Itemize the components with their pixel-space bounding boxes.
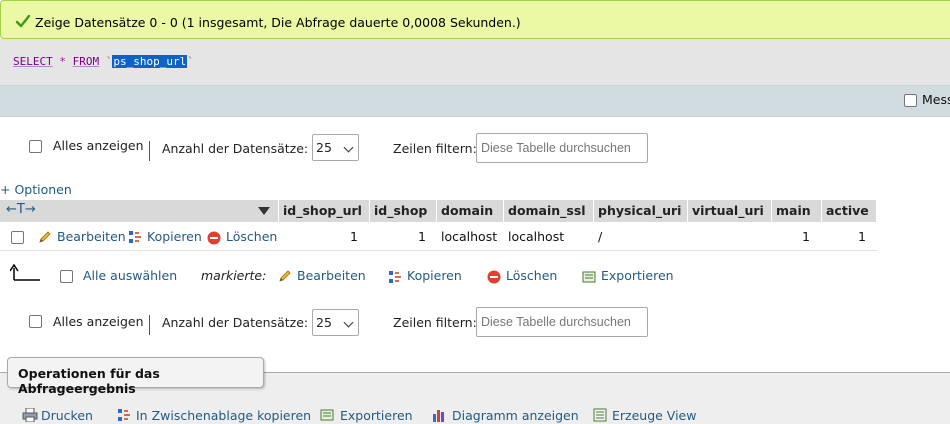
profiling-label: Mess	[922, 92, 950, 107]
column-header[interactable]: domain_ssl	[504, 200, 594, 222]
column-header[interactable]: id_shop	[370, 200, 437, 222]
copy-icon	[118, 409, 130, 421]
show-all-checkbox[interactable]	[29, 140, 42, 153]
sql-keyword-select: SELECT	[13, 55, 53, 68]
bulk-delete-button[interactable]: Löschen	[506, 268, 557, 283]
column-arrows[interactable]: ←T→	[6, 202, 36, 217]
row-count-select[interactable]: 25	[312, 309, 359, 336]
bulk-copy-button[interactable]: Kopieren	[407, 268, 462, 283]
column-header[interactable]: domain	[437, 200, 504, 222]
options-link[interactable]: + Optionen	[0, 182, 72, 197]
cell-main: 1	[802, 229, 810, 244]
copy-to-clipboard-link[interactable]: In Zwischenablage kopieren	[136, 408, 311, 423]
export-icon	[582, 271, 596, 283]
row-count-select[interactable]: 25	[312, 134, 359, 161]
sort-triangle-icon[interactable]	[258, 206, 270, 216]
profiling-checkbox[interactable]	[904, 94, 917, 107]
filter-input[interactable]: Diese Tabelle durchsuchen	[476, 307, 648, 337]
filter-label: Zeilen filtern:	[393, 315, 477, 330]
view-icon	[593, 408, 607, 422]
copy-icon	[389, 271, 401, 283]
row-edit-link[interactable]: Bearbeiten	[57, 229, 126, 244]
filter-label: Zeilen filtern:	[393, 141, 477, 156]
delete-icon	[487, 270, 501, 284]
show-all-checkbox[interactable]	[29, 315, 42, 328]
show-chart-link[interactable]: Diagramm anzeigen	[452, 408, 579, 423]
cell-domain-ssl: localhost	[508, 229, 565, 244]
column-header[interactable]: virtual_uri	[688, 200, 772, 222]
export-icon	[320, 409, 334, 421]
create-view-link[interactable]: Erzeuge View	[612, 408, 696, 423]
sql-keyword-from: FROM	[72, 55, 100, 68]
row-checkbox[interactable]	[11, 231, 24, 244]
row-divider	[0, 250, 877, 251]
show-all-label: Alles anzeigen	[53, 314, 144, 329]
copy-icon	[129, 231, 141, 243]
sql-query[interactable]: SELECT * FROM `ps_shop_url`	[13, 55, 194, 68]
query-options-bar: Mess	[0, 85, 950, 117]
pencil-icon	[39, 231, 51, 243]
chevron-down-icon	[343, 317, 354, 328]
row-count-label: Anzahl der Datensätze:	[162, 141, 309, 156]
separator	[149, 315, 150, 335]
delete-icon	[207, 231, 221, 245]
row-count-label: Anzahl der Datensätze:	[162, 315, 309, 330]
column-header[interactable]: physical_uri	[594, 200, 688, 222]
cell-domain: localhost	[441, 229, 498, 244]
success-message: Zeige Datensätze 0 - 0 (1 insgesamt, Die…	[35, 15, 521, 30]
printer-icon	[22, 408, 38, 422]
success-message-bar: Zeige Datensätze 0 - 0 (1 insgesamt, Die…	[0, 0, 950, 39]
cell-active: 1	[858, 229, 866, 244]
column-header[interactable]: id_shop_url	[279, 200, 370, 222]
arrow-ltr-icon	[10, 264, 40, 281]
bulk-edit-button[interactable]: Bearbeiten	[297, 268, 366, 283]
chevron-down-icon	[343, 142, 354, 153]
sql-star: *	[59, 55, 66, 68]
cell-physical-uri: /	[598, 229, 603, 244]
checkmark-icon	[15, 14, 31, 28]
sql-backtick-close: `	[187, 55, 194, 68]
operations-legend: Operationen für das Abfrageergebnis	[7, 357, 264, 396]
row-count-value: 25	[316, 315, 332, 330]
cell-id-shop-url: 1	[350, 229, 358, 244]
print-link[interactable]: Drucken	[41, 408, 93, 423]
column-header[interactable]: main	[772, 200, 822, 222]
filter-input[interactable]: Diese Tabelle durchsuchen	[476, 133, 648, 163]
sql-table-name: ps_shop_url	[112, 55, 188, 68]
show-all-label: Alles anzeigen	[53, 138, 144, 153]
separator	[149, 141, 150, 161]
export-link[interactable]: Exportieren	[340, 408, 413, 423]
row-delete-link[interactable]: Löschen	[226, 229, 277, 244]
marked-label: markierte:	[201, 268, 267, 283]
pencil-icon	[279, 270, 291, 282]
cell-id-shop: 1	[418, 229, 426, 244]
chart-icon	[433, 410, 444, 422]
select-all-checkbox[interactable]	[60, 270, 73, 283]
column-header[interactable]: active	[822, 200, 877, 222]
bulk-export-button[interactable]: Exportieren	[601, 268, 674, 283]
select-all-label[interactable]: Alle auswählen	[83, 268, 177, 283]
row-count-value: 25	[316, 140, 332, 155]
sql-query-box: SELECT * FROM `ps_shop_url`	[0, 39, 950, 86]
row-copy-link[interactable]: Kopieren	[147, 229, 202, 244]
table-header-actions: ←T→	[0, 200, 279, 222]
